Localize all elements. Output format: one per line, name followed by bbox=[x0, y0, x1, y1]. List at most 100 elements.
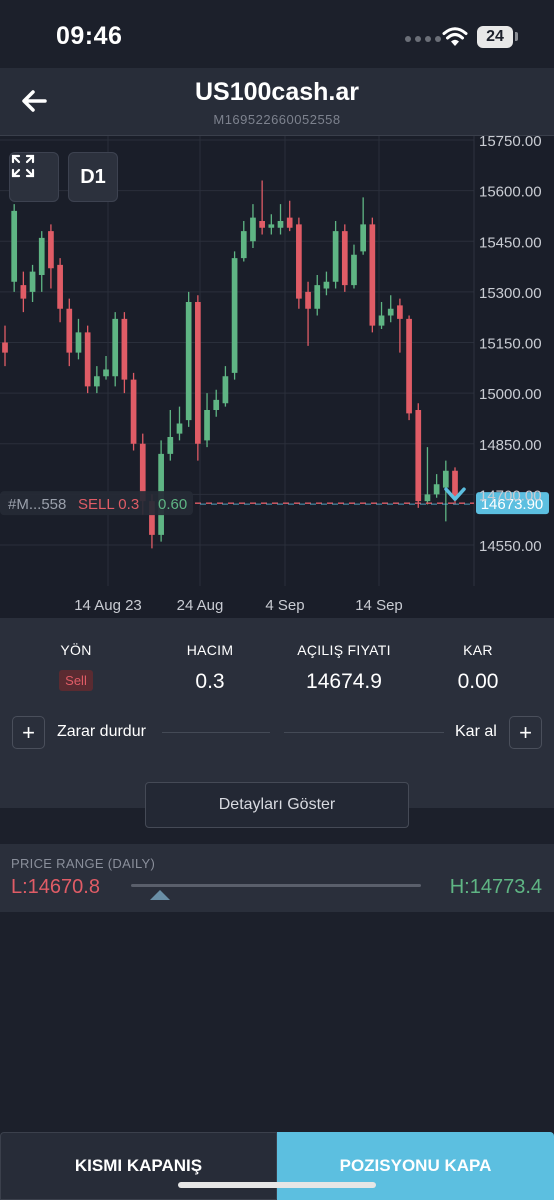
chart-canvas[interactable]: #M...558 SELL 0.3 0.60 14673.90 15750.00156… bbox=[0, 136, 554, 618]
candle-body bbox=[121, 318, 128, 380]
y-tick-label: 15750.00 bbox=[479, 136, 542, 150]
status-bar: 09:46 24 bbox=[0, 0, 554, 68]
candle-body bbox=[296, 224, 302, 299]
candle-body bbox=[213, 399, 220, 410]
candle-body bbox=[84, 332, 91, 387]
x-tick-label: 24 Aug bbox=[177, 597, 224, 614]
candle-body bbox=[231, 258, 238, 373]
battery-nub bbox=[515, 32, 518, 41]
chart-axis-labels: 15750.00 15600.00 15450.00 15300.00 15150.00… bbox=[74, 136, 541, 614]
timeframe-button[interactable]: D1 bbox=[68, 152, 118, 202]
stop-loss-line bbox=[162, 732, 270, 733]
position-panel: YÖN Sell HACIM 0.3 AÇILIŞ FIYATI 14674.9… bbox=[0, 618, 554, 808]
profit-value: 0.00 bbox=[457, 670, 499, 693]
open-price-value: 14674.9 bbox=[306, 670, 382, 693]
candle-body bbox=[66, 308, 73, 353]
position-tag-id: #M...558 bbox=[8, 496, 66, 513]
y-tick-label: 15450.00 bbox=[479, 234, 542, 251]
candle-body bbox=[341, 231, 348, 286]
take-profit-line bbox=[284, 732, 444, 733]
candle-body bbox=[332, 231, 339, 282]
volume-value: 0.3 bbox=[195, 670, 225, 693]
candle-body bbox=[305, 291, 311, 309]
y-tick-label: 15300.00 bbox=[479, 285, 542, 302]
candle-body bbox=[48, 231, 54, 269]
candle-body bbox=[240, 231, 247, 259]
price-range-marker bbox=[149, 890, 170, 900]
candle-body bbox=[268, 224, 275, 228]
candlestick-chart[interactable]: #M...558 SELL 0.3 0.60 14673.90 15750.00 156… bbox=[0, 136, 554, 618]
candle-body bbox=[397, 305, 403, 319]
position-tag-side: SELL 0.3 bbox=[78, 496, 139, 513]
add-stop-loss-button[interactable]: + bbox=[12, 716, 45, 749]
candle-body bbox=[424, 494, 431, 502]
candle-body bbox=[415, 410, 422, 502]
position-id: M169522660052558 bbox=[213, 112, 341, 127]
direction-col: YÖN Sell bbox=[7, 642, 145, 691]
cellular-signal-icon bbox=[405, 36, 441, 42]
open-price-label: AÇILIŞ FIYATI bbox=[297, 642, 391, 658]
bottom-action-bar: KISMI KAPANIŞ POZISYONU KAPA bbox=[0, 1132, 554, 1200]
take-profit-label[interactable]: Kar al bbox=[455, 723, 497, 741]
x-tick-label: 4 Sep bbox=[265, 597, 304, 614]
price-range-low: L:14670.8 bbox=[11, 876, 100, 898]
chart-overlay: #M...558 SELL 0.3 0.60 14673.90 bbox=[0, 487, 549, 516]
price-range-track bbox=[131, 884, 421, 887]
candle-body bbox=[57, 264, 63, 309]
expand-chart-button[interactable] bbox=[9, 152, 59, 202]
candle-body bbox=[314, 285, 321, 309]
price-range-high: H:14773.4 bbox=[449, 876, 542, 898]
candle-body bbox=[204, 410, 210, 441]
candle-body bbox=[93, 376, 100, 387]
candle-body bbox=[442, 470, 449, 488]
show-details-button[interactable]: Detayları Göster bbox=[145, 782, 409, 828]
partial-close-button[interactable]: KISMI KAPANIŞ bbox=[0, 1132, 277, 1200]
add-take-profit-button[interactable]: + bbox=[509, 716, 542, 749]
candle-body bbox=[387, 308, 394, 316]
candle-body bbox=[103, 369, 109, 377]
candle-body bbox=[222, 376, 229, 404]
candle-body bbox=[369, 224, 376, 326]
page-title: US100cash.ar bbox=[194, 78, 359, 106]
candle-body bbox=[185, 302, 192, 421]
y-tick-label: 15000.00 bbox=[479, 386, 542, 403]
price-range-panel: PRICE RANGE (DAILY) L:14670.8 H:14773.4 bbox=[0, 844, 554, 912]
candle-body bbox=[176, 423, 183, 434]
profit-col: KAR 0.00 bbox=[409, 642, 547, 694]
candle-body bbox=[130, 379, 137, 444]
candle-body bbox=[360, 224, 367, 252]
stop-loss-label[interactable]: Zarar durdur bbox=[57, 723, 146, 741]
volume-col: HACIM 0.3 bbox=[141, 642, 279, 694]
battery-icon: 24 bbox=[477, 26, 513, 48]
candle-body bbox=[250, 217, 256, 242]
y-tick-label: 15600.00 bbox=[479, 184, 542, 201]
candle-body bbox=[38, 237, 45, 275]
candle-body bbox=[378, 315, 385, 326]
home-indicator bbox=[178, 1182, 376, 1188]
direction-badge: Sell bbox=[59, 670, 93, 691]
price-range-title: PRICE RANGE (DAILY) bbox=[11, 856, 156, 871]
candle-body bbox=[167, 437, 174, 454]
candle-body bbox=[75, 332, 82, 353]
candle-body bbox=[2, 342, 8, 353]
wifi-icon bbox=[442, 27, 468, 46]
status-time: 09:46 bbox=[56, 22, 123, 50]
candle-body bbox=[406, 318, 412, 414]
header: US100cash.ar M169522660052558 bbox=[0, 68, 554, 136]
expand-icon bbox=[11, 154, 35, 178]
y-tick-label: 15150.00 bbox=[479, 336, 542, 353]
candle-body bbox=[20, 285, 27, 299]
position-tag-profit: 0.60 bbox=[158, 496, 187, 513]
profit-label: KAR bbox=[463, 642, 493, 658]
candle-body bbox=[29, 271, 36, 292]
volume-label: HACIM bbox=[186, 642, 234, 658]
candle-body bbox=[11, 210, 18, 282]
y-tick-label: 14550.00 bbox=[479, 538, 542, 555]
y-tick-label: 14700.00 bbox=[479, 487, 542, 504]
candle-body bbox=[286, 217, 293, 228]
close-position-button[interactable]: POZISYONU KAPA bbox=[277, 1132, 554, 1200]
candle-body bbox=[195, 302, 201, 444]
sl-tp-row: + Zarar durdur Kar al + bbox=[0, 716, 554, 750]
candle-body bbox=[452, 470, 458, 498]
open-price-col: AÇILIŞ FIYATI 14674.9 bbox=[275, 642, 413, 694]
